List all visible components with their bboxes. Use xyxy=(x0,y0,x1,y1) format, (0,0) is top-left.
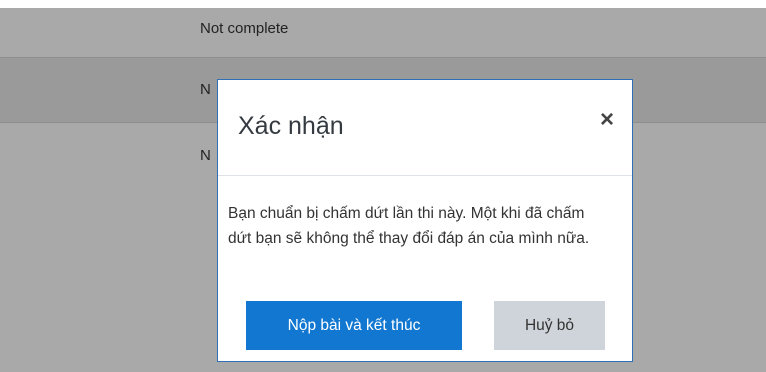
dialog-header: Xác nhận × xyxy=(218,80,632,176)
row-status-text: Not complete xyxy=(200,20,289,37)
row-status-text: N xyxy=(200,147,211,164)
dialog-message: Bạn chuẩn bị chấm dứt lần thi này. Một k… xyxy=(228,205,590,247)
dialog-title: Xác nhận xyxy=(238,112,344,140)
table-row: Not complete xyxy=(0,8,766,58)
page: Not complete N N Xác nhận × Bạn chuẩn bị… xyxy=(0,0,766,372)
submit-and-finish-button[interactable]: Nộp bài và kết thúc xyxy=(246,301,462,350)
close-icon[interactable]: × xyxy=(600,108,614,132)
row-status-text: N xyxy=(200,81,211,98)
top-strip xyxy=(0,0,766,8)
confirm-dialog: Xác nhận × Bạn chuẩn bị chấm dứt lần thi… xyxy=(217,79,633,362)
cancel-button[interactable]: Huỷ bỏ xyxy=(494,301,605,350)
